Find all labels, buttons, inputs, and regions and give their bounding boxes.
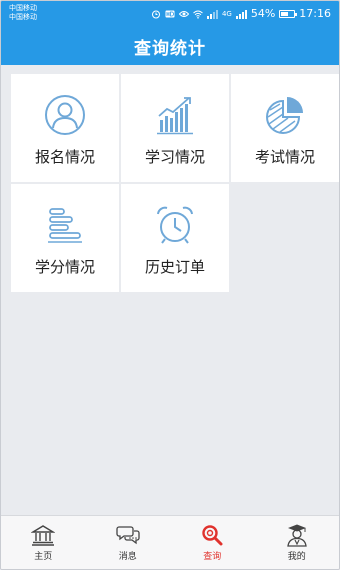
tab-label: 查询 [203, 552, 222, 562]
battery-percent: 54% [250, 7, 276, 20]
tab-query[interactable]: 查询 [170, 516, 255, 569]
tile-study[interactable]: 学习情况 [121, 74, 229, 182]
home-building-icon [31, 525, 56, 546]
signal-1-icon [206, 9, 218, 19]
tab-label: 主页 [34, 552, 53, 562]
alarm-icon [151, 10, 160, 18]
list-bars-icon [48, 208, 82, 243]
clock: 17:16 [299, 7, 331, 20]
tab-label: 消息 [118, 552, 137, 562]
pie-chart-icon [266, 97, 303, 134]
network-label: 4G [221, 9, 232, 18]
tile-order-history[interactable]: 历史订单 [121, 184, 229, 292]
header: 查询统计 [1, 27, 339, 65]
bottom-tab-bar: 主页 消息 查询 我的 [1, 515, 339, 569]
tab-profile[interactable]: 我的 [255, 516, 340, 569]
menu-grid: 报名情况 学习情况 考试情况 学分情况 历史订单 [11, 74, 339, 292]
wifi-icon [193, 10, 203, 19]
page-title: 查询统计 [134, 38, 206, 59]
chat-bubbles-icon [116, 526, 140, 545]
battery-icon [279, 9, 298, 18]
tile-label: 报名情况 [34, 148, 95, 166]
carrier-info: 中国移动 中国移动 [9, 4, 37, 22]
alarm-clock-icon [157, 206, 193, 244]
status-indicators: 4G 54% 17:16 [151, 7, 331, 20]
tab-messages[interactable]: 消息 [86, 516, 171, 569]
tile-exam[interactable]: 考试情况 [231, 74, 339, 182]
hd-icon [165, 10, 175, 17]
profile-graduate-icon [287, 524, 307, 547]
carrier-1: 中国移动 [9, 4, 37, 12]
search-icon [202, 525, 223, 546]
tab-home[interactable]: 主页 [1, 516, 86, 569]
bar-chart-icon [157, 97, 193, 135]
phone-screen: 中国移动 中国移动 4G 54% 17:16 查询统计 报名情况 学习情况 考试… [0, 0, 340, 570]
status-bar: 中国移动 中国移动 4G 54% 17:16 [1, 1, 339, 27]
tile-label: 学分情况 [34, 258, 95, 276]
tile-label: 考试情况 [254, 148, 315, 166]
signal-2-icon [235, 9, 247, 19]
carrier-2: 中国移动 [9, 13, 37, 21]
tile-credits[interactable]: 学分情况 [11, 184, 119, 292]
tile-label: 历史订单 [144, 258, 205, 276]
tab-label: 我的 [287, 552, 306, 562]
tile-registration[interactable]: 报名情况 [11, 74, 119, 182]
user-circle-icon [45, 95, 85, 135]
tile-label: 学习情况 [144, 148, 205, 166]
eye-icon [178, 10, 189, 17]
